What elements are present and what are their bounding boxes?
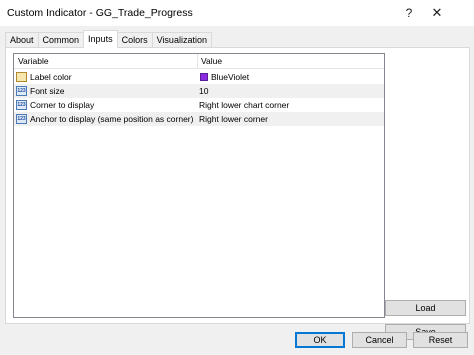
numeric-icon: 123: [16, 100, 27, 110]
variable-cell: Corner to display: [30, 100, 95, 110]
numeric-icon: 123: [16, 114, 27, 124]
inputs-grid: Variable Value Label color BlueViolet 12…: [13, 53, 385, 318]
column-header-value[interactable]: Value: [201, 56, 222, 66]
grid-header: Variable Value: [14, 54, 384, 69]
table-row[interactable]: Label color BlueViolet: [14, 70, 384, 84]
tab-colors[interactable]: Colors: [116, 32, 153, 48]
table-row[interactable]: 123 Corner to display Right lower chart …: [14, 98, 384, 112]
tab-common[interactable]: Common: [37, 32, 85, 48]
color-icon: [16, 72, 27, 82]
table-row[interactable]: 123 Font size 10: [14, 84, 384, 98]
color-swatch: [200, 73, 208, 81]
tab-about[interactable]: About: [5, 32, 39, 48]
value-cell[interactable]: BlueViolet: [211, 72, 249, 82]
column-divider[interactable]: [197, 54, 198, 69]
tab-visualization[interactable]: Visualization: [151, 32, 212, 48]
variable-cell: Anchor to display (same position as corn…: [30, 114, 194, 124]
inputs-panel: Variable Value Label color BlueViolet 12…: [5, 47, 470, 340]
help-button[interactable]: ?: [400, 4, 418, 22]
numeric-icon: 123: [16, 86, 27, 96]
load-button[interactable]: Load: [385, 300, 466, 316]
value-cell[interactable]: 10: [199, 86, 208, 96]
column-header-variable[interactable]: Variable: [18, 56, 49, 66]
value-cell[interactable]: Right lower corner: [199, 114, 268, 124]
window-title: Custom Indicator - GG_Trade_Progress: [7, 7, 193, 19]
title-bar: Custom Indicator - GG_Trade_Progress ? ✕: [0, 0, 474, 26]
dialog-body: About Common Inputs Colors Visualization…: [0, 26, 474, 355]
value-cell[interactable]: Right lower chart corner: [199, 100, 289, 110]
tab-inputs[interactable]: Inputs: [83, 30, 118, 48]
cancel-button[interactable]: Cancel: [352, 332, 407, 348]
variable-cell: Label color: [30, 72, 72, 82]
table-row[interactable]: 123 Anchor to display (same position as …: [14, 112, 384, 126]
tab-strip: About Common Inputs Colors Visualization: [5, 30, 212, 48]
ok-button[interactable]: OK: [295, 332, 345, 348]
reset-button[interactable]: Reset: [413, 332, 468, 348]
close-button[interactable]: ✕: [428, 4, 446, 22]
variable-cell: Font size: [30, 86, 65, 96]
